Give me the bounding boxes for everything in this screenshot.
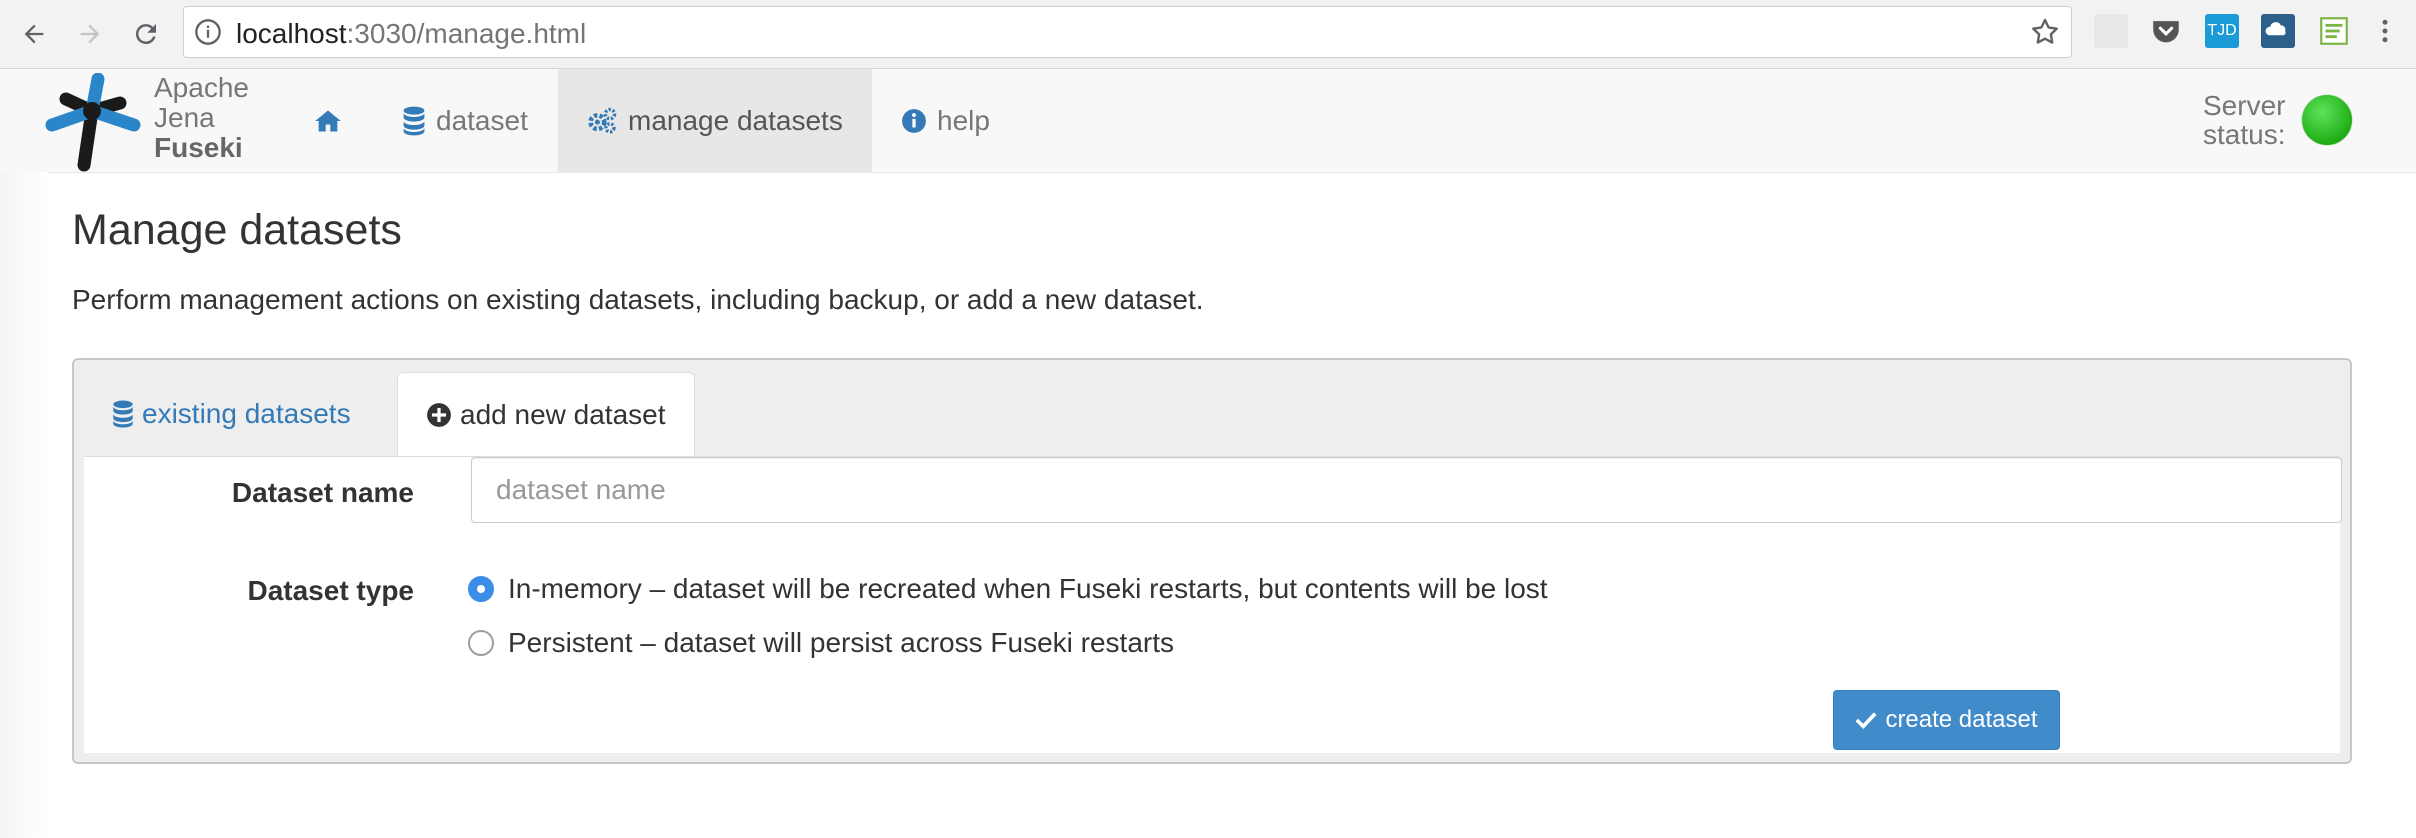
tab-add-new-dataset[interactable]: add new dataset — [397, 372, 695, 457]
forward-button[interactable] — [70, 14, 110, 54]
pocket-icon[interactable] — [2149, 14, 2183, 48]
create-dataset-label: create dataset — [1885, 706, 2038, 733]
dataset-name-label: Dataset name — [231, 477, 414, 508]
extension-grid-icon[interactable] — [2094, 14, 2128, 48]
nav-manage-datasets[interactable]: manage datasets — [558, 69, 872, 172]
forward-arrow-icon — [80, 24, 100, 44]
server-status-indicator — [2302, 95, 2352, 145]
radio-in-memory-label: In-memory – dataset will be recreated wh… — [508, 573, 1548, 604]
radio-persistent-option[interactable]: Persistent – dataset will persist across… — [468, 627, 1174, 659]
home-icon — [315, 110, 341, 131]
left-gutter — [0, 172, 48, 838]
nav-dataset[interactable]: dataset — [384, 69, 546, 172]
manage-panel: existing datasets add new dataset Datase… — [72, 358, 2352, 764]
cogs-icon — [588, 107, 617, 134]
tab-add-new-dataset-label: add new dataset — [460, 399, 666, 430]
nav-manage-datasets-label: manage datasets — [628, 104, 843, 136]
radio-persistent-label: Persistent – dataset will persist across… — [508, 627, 1175, 658]
notes-extension-icon[interactable] — [2317, 14, 2351, 48]
database-icon — [113, 400, 133, 428]
brand-name[interactable]: Apache Jena Fuseki — [154, 73, 249, 163]
server-status-label: Server status: — [2203, 90, 2286, 150]
info-icon[interactable] — [194, 18, 222, 51]
create-dataset-button[interactable]: create dataset — [1833, 690, 2060, 750]
browser-menu-icon[interactable] — [2370, 14, 2400, 48]
dataset-type-label: Dataset type — [247, 575, 414, 606]
tab-existing-datasets-label: existing datasets — [142, 398, 351, 429]
nav-help[interactable]: help — [883, 69, 1008, 172]
add-dataset-form: Dataset name Dataset type In-memory – da… — [84, 456, 2342, 753]
radio-persistent[interactable] — [468, 630, 494, 656]
back-arrow-icon — [24, 24, 44, 44]
radio-in-memory[interactable] — [468, 576, 494, 602]
nav-help-label: help — [937, 104, 990, 136]
address-bar[interactable]: localhost:3030/manage.html — [183, 6, 2072, 58]
tab-existing-datasets[interactable]: existing datasets — [84, 372, 379, 456]
tjd-extension-icon[interactable]: TJD — [2205, 14, 2239, 48]
database-icon — [403, 106, 425, 135]
fuseki-logo[interactable] — [38, 72, 146, 178]
url-text: localhost:3030/manage.html — [236, 18, 587, 49]
nav-home[interactable] — [296, 69, 360, 172]
page-description: Perform management actions on existing d… — [72, 284, 1204, 315]
page-title: Manage datasets — [72, 206, 402, 254]
check-icon — [1855, 712, 1877, 730]
app-navbar: Apache Jena Fuseki dataset manage datase… — [0, 69, 2416, 173]
dataset-name-input[interactable] — [471, 457, 2342, 523]
info-circle-icon — [902, 108, 926, 133]
reload-icon — [135, 24, 156, 45]
browser-toolbar: localhost:3030/manage.html TJD — [0, 0, 2416, 69]
cloud-extension-icon[interactable] — [2261, 14, 2295, 48]
plus-circle-icon — [427, 403, 451, 427]
radio-in-memory-option[interactable]: In-memory – dataset will be recreated wh… — [468, 573, 1548, 605]
nav-dataset-label: dataset — [436, 104, 528, 136]
bookmark-star-icon[interactable] — [2029, 16, 2061, 53]
back-button[interactable] — [14, 14, 54, 54]
reload-button[interactable] — [126, 14, 166, 54]
